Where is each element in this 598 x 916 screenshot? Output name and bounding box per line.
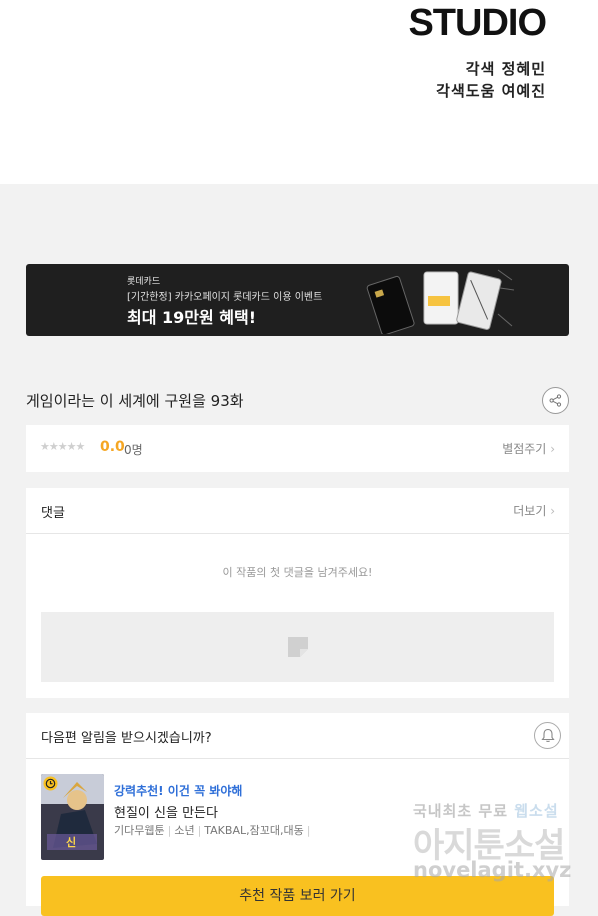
comment-input-area[interactable] — [41, 612, 554, 682]
chevron-right-icon: › — [550, 442, 555, 456]
credit-adaptation-assist: 각색도움 여예진 — [436, 82, 546, 100]
meta-divider: | — [197, 824, 202, 837]
credit-cards-illustration — [366, 269, 515, 334]
rate-button[interactable]: 별점주기 › — [502, 440, 555, 457]
rating-panel: ★★★★★ 0.0 0명 별점주기 › — [26, 425, 569, 472]
comments-panel: 댓글 더보기 › 이 작품의 첫 댓글을 남겨주세요! — [26, 488, 569, 698]
episode-title: 게임이라는 이 세계에 구원을 93화 — [26, 392, 244, 410]
comments-empty-message: 이 작품의 첫 댓글을 남겨주세요! — [222, 566, 373, 579]
recommend-genre: 소년 — [174, 824, 195, 837]
notify-panel: 다음편 알림을 받으시겠습니까? 신 강력추천! 이건 꼭 봐야해 현질이 신을… — [26, 713, 569, 916]
recommend-tag: 강력추천! 이건 꼭 봐야해 — [114, 784, 243, 798]
recommend-thumbnail[interactable]: 신 — [41, 774, 104, 860]
banner-brand: 롯데카드 — [127, 277, 161, 287]
image-placeholder-icon — [288, 637, 308, 657]
notify-header: 다음편 알림을 받으시겠습니까? — [26, 713, 569, 759]
comments-more-button[interactable]: 더보기 › — [513, 502, 555, 519]
share-icon — [549, 394, 562, 407]
meta-divider: | — [167, 824, 172, 837]
notify-bell-button[interactable] — [534, 722, 561, 749]
comments-title: 댓글 — [41, 506, 65, 521]
banner-subtitle: [기간한정] 카카오페이지 롯데카드 이용 이벤트 — [127, 292, 323, 303]
studio-logo: STUDIO — [408, 2, 547, 44]
notify-title: 다음편 알림을 받으시겠습니까? — [41, 731, 212, 746]
rating-count: 0명 — [124, 443, 143, 457]
comments-more-label: 더보기 — [513, 504, 547, 518]
clock-badge-icon — [43, 776, 58, 791]
comments-header: 댓글 더보기 › — [26, 488, 569, 534]
recommend-category: 기다무웹툰 — [114, 824, 165, 837]
svg-text:신: 신 — [66, 835, 76, 849]
bell-icon — [540, 728, 555, 743]
promo-banner[interactable]: 롯데카드 [기간한정] 카카오페이지 롯데카드 이용 이벤트 최대 19만원 혜… — [26, 264, 569, 336]
recommend-authors: TAKBAL,잠꼬대,대동 — [204, 824, 304, 837]
credit-adaptation: 각색 정혜민 — [465, 60, 546, 78]
recommend-meta: 기다무웹툰 | 소년 | TAKBAL,잠꼬대,대동 | — [114, 822, 313, 838]
banner-headline: 최대 19만원 혜택! — [127, 308, 257, 327]
meta-divider: | — [306, 824, 311, 837]
chevron-right-icon: › — [550, 504, 555, 518]
episode-end-header: STUDIO 각색 정혜민 각색도움 여예진 — [0, 0, 598, 184]
share-button[interactable] — [542, 387, 569, 414]
recommend-cta-button[interactable]: 추천 작품 보러 가기 — [41, 876, 554, 916]
rating-stars: ★★★★★ — [40, 440, 85, 453]
rating-score: 0.0 — [100, 439, 125, 455]
rate-link-label: 별점주기 — [502, 442, 547, 456]
recommend-title[interactable]: 현질이 신을 만든다 — [114, 802, 218, 821]
